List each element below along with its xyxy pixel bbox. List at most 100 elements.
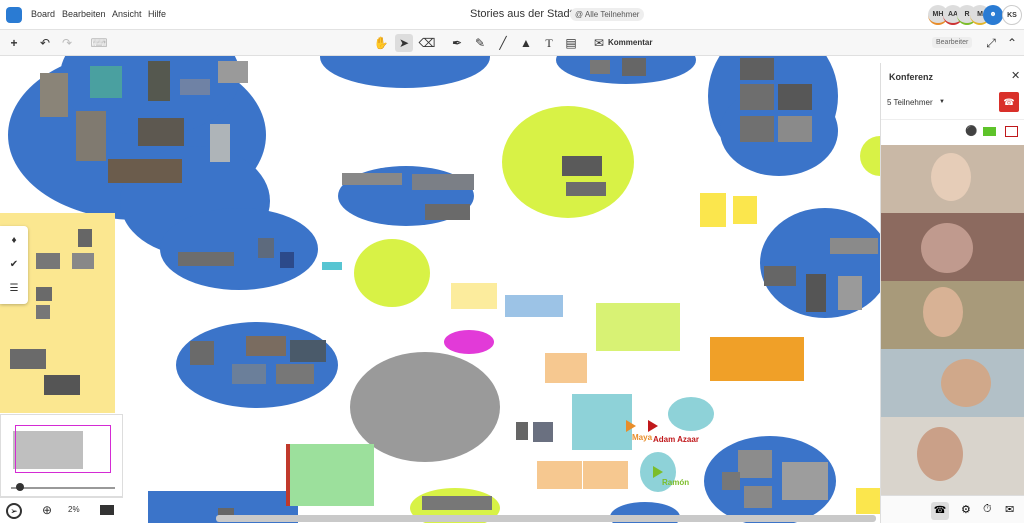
photo[interactable] xyxy=(738,450,772,478)
story-box[interactable] xyxy=(572,394,632,450)
story-box[interactable] xyxy=(583,461,628,489)
story-box[interactable] xyxy=(545,353,587,383)
photo[interactable] xyxy=(210,124,230,162)
board-canvas[interactable]: Maya Adam Azaar Ramón xyxy=(0,56,880,523)
photo[interactable] xyxy=(148,61,170,101)
video-tile[interactable] xyxy=(881,281,1024,349)
close-icon[interactable]: ✕ xyxy=(1011,69,1020,82)
collapse-icon[interactable]: ⤢ xyxy=(982,34,1000,52)
photo[interactable] xyxy=(276,364,314,384)
photo[interactable] xyxy=(232,364,266,384)
photo[interactable] xyxy=(622,58,646,76)
arrow-shape[interactable] xyxy=(322,262,342,270)
pen-icon[interactable]: ✒ xyxy=(448,34,466,52)
story-cloud[interactable] xyxy=(320,56,490,88)
timer-icon[interactable]: ⏱ xyxy=(983,503,992,516)
photo[interactable] xyxy=(778,84,812,110)
story-box[interactable] xyxy=(537,461,582,489)
photo[interactable] xyxy=(218,61,248,83)
photo[interactable] xyxy=(740,84,774,110)
screen-share-icon[interactable] xyxy=(1005,126,1018,137)
pointer-icon[interactable]: ➤ xyxy=(395,34,413,52)
story-box[interactable] xyxy=(596,303,680,351)
logo-icon[interactable] xyxy=(6,7,22,23)
chevron-up-icon[interactable]: ⌃ xyxy=(1003,34,1021,52)
photo[interactable] xyxy=(246,336,286,356)
comment-icon[interactable]: ✉ xyxy=(590,34,608,52)
photo[interactable] xyxy=(36,305,50,319)
photo[interactable] xyxy=(10,349,46,369)
photo[interactable] xyxy=(764,266,796,286)
photo[interactable] xyxy=(258,238,274,258)
photo[interactable] xyxy=(516,422,528,440)
photo[interactable] xyxy=(280,252,294,268)
present-icon[interactable] xyxy=(100,505,114,515)
photo[interactable] xyxy=(722,472,740,490)
camera-icon[interactable] xyxy=(983,127,996,136)
photo[interactable] xyxy=(44,375,80,395)
photo[interactable] xyxy=(838,276,862,310)
photo[interactable] xyxy=(782,462,828,500)
photo[interactable] xyxy=(830,238,878,254)
redo-icon[interactable]: ↷ xyxy=(58,34,76,52)
format-icon[interactable]: ⌨ xyxy=(90,34,108,52)
photo[interactable] xyxy=(190,341,214,365)
video-tile[interactable] xyxy=(881,213,1024,281)
minimap[interactable] xyxy=(0,414,123,497)
participants-dropdown[interactable]: 5 Teilnehmer xyxy=(887,98,933,107)
story-cloud[interactable] xyxy=(668,397,714,431)
shapes-icon[interactable]: ▲ xyxy=(517,34,535,52)
video-tile[interactable] xyxy=(881,145,1024,213)
phone-icon[interactable]: ☎ xyxy=(999,92,1019,112)
comment-label[interactable]: Kommentar xyxy=(608,38,652,47)
text-icon[interactable]: T xyxy=(540,34,558,52)
horizontal-scrollbar[interactable] xyxy=(216,515,876,522)
photo[interactable] xyxy=(108,159,182,183)
marker-icon[interactable]: ✎ xyxy=(471,34,489,52)
photo[interactable] xyxy=(566,182,606,196)
photo[interactable] xyxy=(412,174,474,190)
sticky-note[interactable] xyxy=(451,283,497,309)
list-icon[interactable]: ☰ xyxy=(8,283,20,295)
photo[interactable] xyxy=(138,118,184,146)
video-tile[interactable] xyxy=(881,417,1024,495)
zoom-level[interactable]: 2% xyxy=(68,505,80,514)
menu-edit[interactable]: Bearbeiten xyxy=(62,9,106,19)
menu-view[interactable]: Ansicht xyxy=(112,9,142,19)
photo[interactable] xyxy=(422,496,492,510)
photo[interactable] xyxy=(36,287,52,301)
photo[interactable] xyxy=(740,58,774,80)
photo[interactable] xyxy=(806,274,826,312)
sticky-note[interactable] xyxy=(700,193,726,227)
line-icon[interactable]: ╱ xyxy=(494,34,512,52)
mic-icon[interactable]: ⚫ xyxy=(965,126,977,137)
photo[interactable] xyxy=(562,156,602,176)
sticky-note[interactable] xyxy=(856,488,880,514)
photo[interactable] xyxy=(342,173,402,185)
menu-help[interactable]: Hilfe xyxy=(148,9,166,19)
photo[interactable] xyxy=(78,229,92,247)
chevron-down-icon[interactable]: ▼ xyxy=(939,99,945,105)
video-tile[interactable] xyxy=(881,349,1024,417)
share-scope-badge[interactable]: @ Alle Teilnehmer xyxy=(570,8,645,21)
phone-icon[interactable]: ☎ xyxy=(931,502,949,520)
minimap-slider-track[interactable] xyxy=(11,487,115,489)
check-icon[interactable]: ✔ xyxy=(8,259,20,271)
story-cloud[interactable] xyxy=(160,208,318,290)
photo[interactable] xyxy=(76,111,106,161)
zoom-in-icon[interactable]: ⊕ xyxy=(42,503,52,517)
photo[interactable] xyxy=(778,116,812,142)
photo[interactable] xyxy=(744,486,772,508)
sticky-note[interactable] xyxy=(733,196,757,224)
story-cloud[interactable] xyxy=(354,239,430,307)
story-cloud[interactable] xyxy=(860,136,880,176)
photo[interactable] xyxy=(740,116,774,142)
story-box[interactable] xyxy=(505,295,563,317)
hand-icon[interactable]: ✋ xyxy=(372,34,390,52)
photo[interactable] xyxy=(90,66,122,98)
settings-icon[interactable]: ⚙ xyxy=(961,503,971,516)
photo[interactable] xyxy=(178,252,234,266)
minimap-viewport[interactable] xyxy=(15,425,111,473)
photo[interactable] xyxy=(40,73,68,117)
board-title[interactable]: Stories aus der Stadt xyxy=(470,8,573,20)
